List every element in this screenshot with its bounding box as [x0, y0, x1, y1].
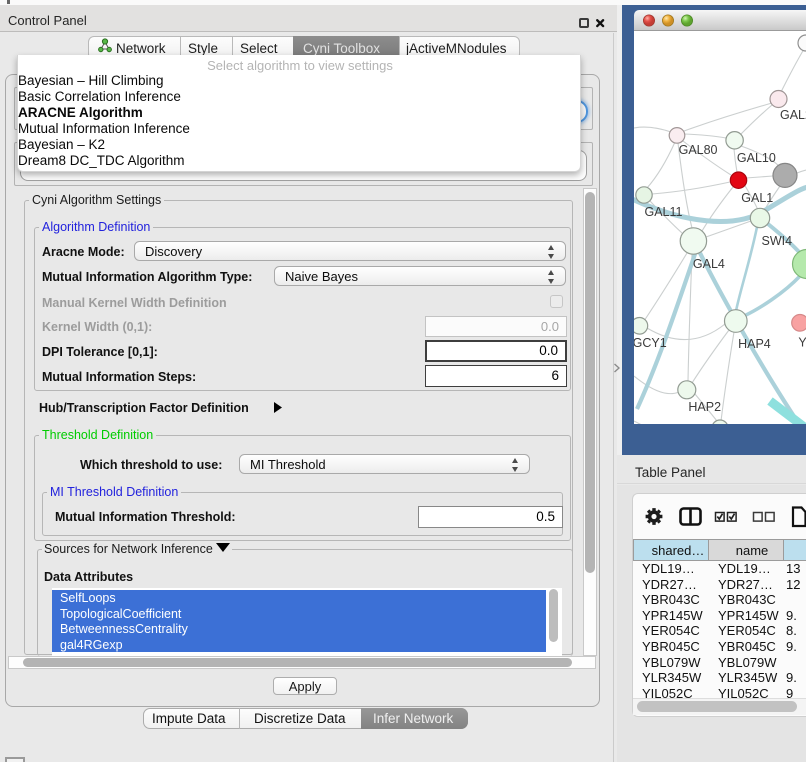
svg-text:GAL1: GAL1 [741, 191, 773, 205]
svg-text:HAP4: HAP4 [738, 337, 771, 351]
svg-text:GCY1: GCY1 [634, 336, 667, 350]
svg-text:GAL80: GAL80 [679, 143, 718, 157]
svg-text:SWI4: SWI4 [762, 234, 793, 248]
svg-text:HAP2: HAP2 [688, 400, 721, 414]
svg-text:YD: YD [798, 336, 806, 350]
svg-text:GAL11: GAL11 [645, 205, 683, 219]
svg-text:GAL10: GAL10 [737, 151, 776, 165]
svg-text:GAL4: GAL4 [693, 257, 725, 271]
svg-text:GAL2: GAL2 [780, 108, 806, 122]
